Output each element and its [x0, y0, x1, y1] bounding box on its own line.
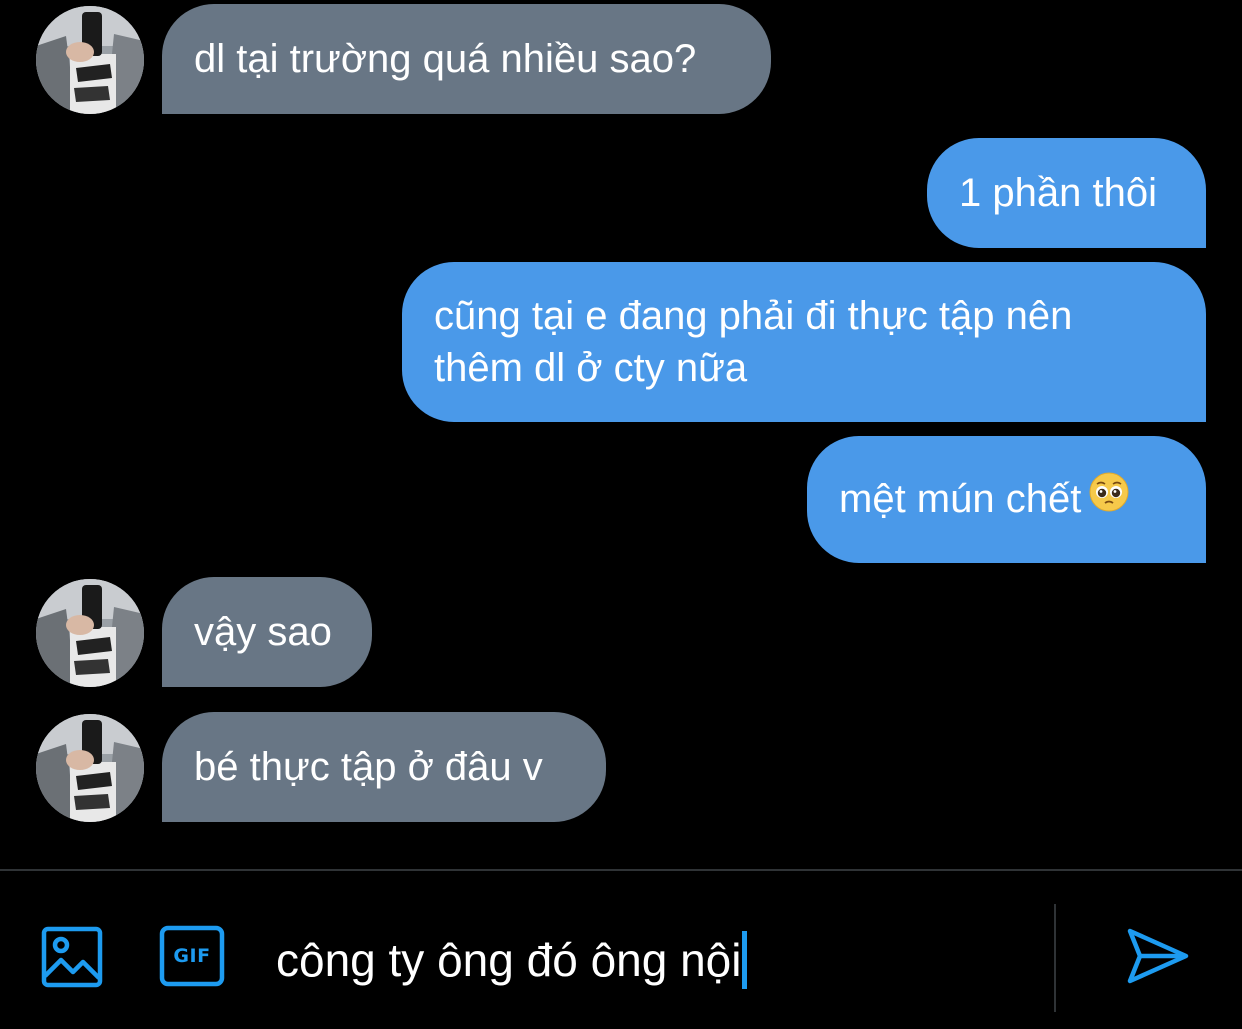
message-bubble-outgoing[interactable]: 1 phần thôi	[927, 138, 1206, 248]
text-caret	[742, 931, 748, 989]
message-input[interactable]: công ty ông đó ông nội	[276, 928, 748, 992]
message-text: dl tại trường quá nhiều sao?	[194, 37, 697, 81]
message-text: mệt mún chết	[839, 477, 1082, 521]
message-bubble-incoming[interactable]: vậy sao	[162, 577, 372, 687]
gif-icon[interactable]: GIF	[159, 925, 225, 987]
message-text: vậy sao	[194, 610, 332, 654]
sender-avatar[interactable]	[36, 6, 144, 114]
message-text-line: thêm dl ở cty nữa	[434, 346, 748, 390]
message-bubble-incoming[interactable]: dl tại trường quá nhiều sao?	[162, 4, 771, 114]
composer-separator	[1054, 904, 1056, 1012]
send-icon[interactable]	[1124, 923, 1190, 989]
sender-avatar[interactable]	[36, 714, 144, 822]
message-text: bé thực tập ở đâu v	[194, 745, 543, 789]
composer-divider	[0, 869, 1242, 871]
message-bubble-outgoing[interactable]: mệt mún chết	[807, 436, 1206, 563]
sender-avatar[interactable]	[36, 579, 144, 687]
image-icon[interactable]	[40, 925, 104, 989]
message-bubble-outgoing[interactable]: cũng tại e đang phải đi thực tập nên thê…	[402, 262, 1206, 422]
pleading-face-icon	[1089, 472, 1129, 525]
message-bubble-incoming[interactable]: bé thực tập ở đâu v	[162, 712, 606, 822]
message-text: 1 phần thôi	[959, 171, 1157, 215]
message-text-row: mệt mún chết	[839, 472, 1174, 525]
message-text-line: cũng tại e đang phải đi thực tập nên	[434, 294, 1073, 338]
gif-label: GIF	[173, 945, 211, 967]
message-input-value: công ty ông đó ông nội	[276, 934, 742, 986]
